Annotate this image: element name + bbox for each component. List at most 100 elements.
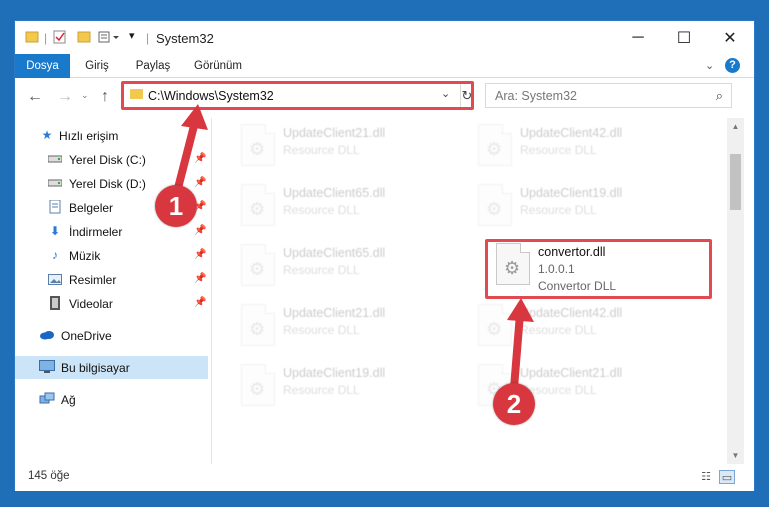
file-description: Resource DLL — [283, 203, 360, 217]
gear-icon: ⚙ — [486, 139, 503, 159]
help-icon[interactable]: ? — [725, 58, 740, 73]
scroll-thumb[interactable] — [730, 154, 741, 210]
vertical-scrollbar[interactable]: ▲ ▼ — [727, 118, 744, 464]
file-name: UpdateClient42.dll — [520, 306, 623, 320]
drive-icon — [47, 152, 63, 166]
sidebar-item-pictures[interactable]: Resimler 📌 — [15, 268, 208, 291]
dll-file-icon: ⚙ — [241, 124, 275, 166]
properties-icon[interactable] — [53, 30, 67, 47]
quick-access-toolbar-icon[interactable] — [98, 30, 120, 47]
tab-share[interactable]: Paylaş — [129, 54, 177, 78]
status-bar: 145 öğe ☷ ▭ — [15, 464, 754, 491]
sidebar-item-label: Videolar — [69, 297, 113, 311]
pin-icon: 📌 — [194, 273, 207, 284]
dll-file-icon: ⚙ — [241, 364, 275, 406]
pin-icon: 📌 — [194, 297, 207, 308]
file-description: Resource DLL — [520, 323, 597, 337]
file-description: Resource DLL — [520, 143, 597, 157]
maximize-icon: ☐ — [676, 29, 692, 47]
window-title: System32 — [156, 31, 214, 46]
computer-icon — [39, 360, 55, 374]
sidebar-item-label: Hızlı erişim — [59, 129, 119, 143]
download-icon: ⬇ — [49, 224, 61, 238]
file-list: ⚙ UpdateClient21.dll Resource DLL ⚙ Upda… — [213, 118, 727, 464]
gear-icon: ⚙ — [486, 319, 503, 339]
file-description: Resource DLL — [283, 323, 360, 337]
separator: | — [44, 31, 48, 45]
network-icon — [39, 392, 55, 406]
up-arrow-icon[interactable]: ↑ — [101, 88, 109, 106]
new-folder-icon[interactable] — [77, 30, 91, 47]
sidebar-item-quick-access[interactable]: ★ Hızlı erişim — [15, 124, 208, 147]
file-description: Resource DLL — [283, 263, 360, 277]
file-name: UpdateClient21.dll — [520, 366, 623, 380]
navigation-pane: ★ Hızlı erişim Yerel Disk (C:) 📌 Yerel D… — [15, 118, 212, 464]
scroll-down-icon[interactable]: ▼ — [727, 447, 744, 464]
close-button[interactable]: ✕ — [707, 21, 753, 54]
sidebar-item-onedrive[interactable]: OneDrive — [15, 324, 208, 347]
gear-icon: ⚙ — [249, 379, 266, 399]
tab-home[interactable]: Giriş — [77, 54, 117, 78]
step-badge-1: 1 — [155, 185, 197, 227]
file-name: UpdateClient19.dll — [520, 186, 623, 200]
star-icon: ★ — [41, 128, 53, 142]
drive-icon — [47, 176, 63, 190]
pin-icon: 📌 — [194, 153, 207, 164]
file-item[interactable]: ⚙ UpdateClient19.dll Resource DLL — [233, 364, 463, 416]
recent-locations-icon[interactable]: ⌄ — [81, 90, 89, 101]
step-badge-2: 2 — [493, 383, 535, 425]
documents-icon — [47, 200, 63, 214]
sidebar-item-label: İndirmeler — [69, 225, 123, 239]
scroll-up-icon[interactable]: ▲ — [727, 118, 744, 135]
file-item[interactable]: ⚙ UpdateClient42.dll Resource DLL — [470, 124, 700, 176]
gear-icon: ⚙ — [249, 259, 266, 279]
sidebar-item-videos[interactable]: Videolar 📌 — [15, 292, 208, 315]
gear-icon: ⚙ — [249, 199, 266, 219]
sidebar-item-local-disk-c[interactable]: Yerel Disk (C:) 📌 — [15, 148, 208, 171]
file-item[interactable]: ⚙ UpdateClient65.dll Resource DLL — [233, 184, 463, 236]
file-item[interactable]: ⚙ UpdateClient21.dll Resource DLL — [233, 304, 463, 356]
maximize-button[interactable]: ☐ — [661, 21, 707, 54]
ribbon-expand-icon[interactable]: ⌄ — [705, 59, 714, 72]
address-row: ← → ⌄ ↑ C:\Windows\System32 ⌄ ↻ Ara: Sys… — [15, 78, 754, 118]
title-bar: | ▾ | System32 ─ ☐ ✕ — [15, 21, 754, 54]
file-description: Resource DLL — [520, 203, 597, 217]
search-input[interactable]: Ara: System32 ⌕ — [485, 83, 732, 108]
file-highlight — [485, 239, 712, 299]
pin-icon: 📌 — [194, 225, 207, 236]
sidebar-item-label: Yerel Disk (D:) — [69, 177, 146, 191]
minimize-button[interactable]: ─ — [615, 21, 661, 54]
file-item[interactable]: ⚙ UpdateClient65.dll Resource DLL — [233, 244, 463, 296]
tab-view[interactable]: Görünüm — [187, 54, 249, 78]
file-name: UpdateClient65.dll — [283, 186, 386, 200]
forward-arrow-icon[interactable]: → — [57, 88, 73, 106]
sidebar-item-label: Müzik — [69, 249, 101, 263]
dll-file-icon: ⚙ — [478, 304, 512, 346]
file-item[interactable]: ⚙ UpdateClient42.dll Resource DLL — [470, 304, 700, 356]
address-highlight — [121, 81, 474, 110]
file-name: UpdateClient21.dll — [283, 306, 386, 320]
file-item[interactable]: ⚙ UpdateClient19.dll Resource DLL — [470, 184, 700, 236]
ribbon-tabs: Dosya Giriş Paylaş Görünüm ⌄ ? — [15, 54, 754, 78]
file-name: UpdateClient42.dll — [520, 126, 623, 140]
search-placeholder: Ara: System32 — [495, 89, 577, 103]
gear-icon: ⚙ — [249, 319, 266, 339]
dll-file-icon: ⚙ — [241, 244, 275, 286]
close-icon: ✕ — [723, 29, 737, 47]
dll-file-icon: ⚙ — [241, 304, 275, 346]
details-view-icon[interactable]: ☷ — [698, 470, 714, 484]
separator: | — [146, 31, 150, 45]
file-item[interactable]: ⚙ UpdateClient21.dll Resource DLL — [233, 124, 463, 176]
file-name: UpdateClient21.dll — [283, 126, 386, 140]
sidebar-item-this-pc[interactable]: Bu bilgisayar — [15, 356, 208, 379]
back-arrow-icon[interactable]: ← — [27, 88, 43, 106]
sidebar-item-label: Belgeler — [69, 201, 114, 215]
pin-icon: 📌 — [194, 177, 207, 188]
sidebar-item-network[interactable]: Ağ — [15, 388, 208, 411]
tab-file[interactable]: Dosya — [15, 54, 70, 78]
large-icons-view-icon[interactable]: ▭ — [719, 470, 735, 484]
folder-icon — [25, 30, 39, 47]
customize-toolbar-icon[interactable]: ▾ — [129, 29, 135, 42]
explorer-window: | ▾ | System32 ─ ☐ ✕ Dosya Giriş Paylaş … — [14, 20, 755, 491]
sidebar-item-music[interactable]: ♪ Müzik 📌 — [15, 244, 208, 267]
